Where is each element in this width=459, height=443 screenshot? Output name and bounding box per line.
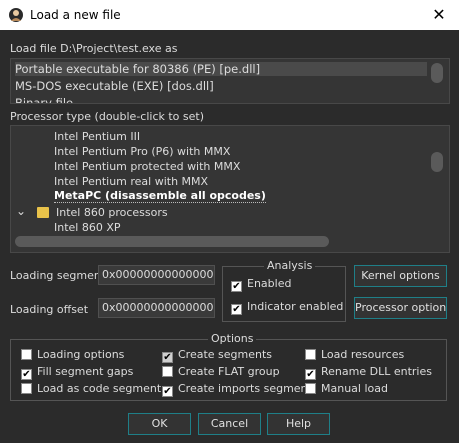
checkbox-label: Enabled	[247, 277, 292, 290]
processor-item[interactable]: Intel Pentium real with MMX	[54, 175, 208, 188]
app-icon	[9, 8, 23, 22]
loading-offset-label: Loading offset	[10, 303, 89, 316]
processor-tree[interactable]: Intel Pentium III Intel Pentium Pro (P6)…	[10, 125, 450, 253]
checkbox-icon: ✔	[231, 304, 242, 315]
checkbox-label: Load as code segment	[37, 382, 162, 395]
checkbox-label: Indicator enabled	[247, 300, 344, 313]
checkbox-icon: ✔	[305, 369, 316, 380]
loading-options-checkbox[interactable]: Loading options	[21, 348, 124, 361]
rename-dll-entries-checkbox[interactable]: ✔ Rename DLL entries	[305, 365, 432, 380]
file-type-item[interactable]: Portable executable for 80386 (PE) [pe.d…	[15, 62, 427, 76]
ok-button[interactable]: OK	[128, 413, 191, 435]
checkbox-label: Create segments	[178, 348, 273, 361]
options-title: Options	[208, 332, 257, 345]
checkbox-icon	[305, 383, 316, 394]
processor-hscrollbar[interactable]	[15, 236, 329, 247]
checkbox-icon	[21, 383, 32, 394]
create-segments-checkbox[interactable]: ✔ Create segments	[162, 348, 272, 363]
cancel-button[interactable]: Cancel	[198, 413, 261, 435]
kernel-options-button[interactable]: Kernel options	[354, 265, 447, 287]
checkbox-icon: ✔	[162, 352, 173, 363]
processor-item[interactable]: Intel 860 XP	[54, 221, 121, 234]
create-flat-group-checkbox[interactable]: Create FLAT group	[162, 365, 280, 378]
processor-vscrollbar[interactable]	[431, 152, 443, 172]
processor-item-selected[interactable]: MetaPC (disassemble all opcodes)	[54, 189, 266, 203]
checkbox-icon: ✔	[231, 281, 242, 292]
checkbox-label: Create FLAT group	[178, 365, 280, 378]
loading-offset-field[interactable]: 0x0000000000000000	[98, 298, 215, 318]
chevron-down-icon[interactable]: ⌄	[16, 204, 26, 218]
file-type-scrollbar[interactable]	[431, 63, 443, 83]
folder-icon	[37, 207, 49, 218]
title-bar: Load a new file ✕	[0, 0, 459, 30]
load-as-code-segment-checkbox[interactable]: Load as code segment	[21, 382, 161, 395]
processor-item[interactable]: Intel Pentium Pro (P6) with MMX	[54, 145, 230, 158]
processor-label: Processor type (double-click to set)	[10, 110, 205, 123]
checkbox-label: Rename DLL entries	[321, 365, 432, 378]
fill-segment-gaps-checkbox[interactable]: ✔ Fill segment gaps	[21, 365, 133, 380]
indicator-enabled-checkbox[interactable]: ✔ Indicator enabled	[231, 300, 343, 315]
loading-segment-label: Loading segment	[10, 269, 106, 282]
manual-load-checkbox[interactable]: Manual load	[305, 382, 388, 395]
processor-item[interactable]: Intel Pentium protected with MMX	[54, 160, 240, 173]
checkbox-label: Manual load	[321, 382, 388, 395]
checkbox-icon	[162, 366, 173, 377]
checkbox-icon: ✔	[162, 386, 173, 397]
file-type-item[interactable]: MS-DOS executable (EXE) [dos.dll]	[15, 79, 214, 93]
loading-segment-field[interactable]: 0x0000000000000000	[98, 265, 215, 285]
checkbox-icon	[21, 349, 32, 360]
checkbox-label: Loading options	[37, 348, 125, 361]
load-resources-checkbox[interactable]: Load resources	[305, 348, 404, 361]
load-file-label: Load file D:\Project\test.exe as	[10, 42, 178, 55]
processor-item[interactable]: Intel Pentium III	[54, 130, 140, 143]
file-type-item[interactable]: Binary file	[15, 96, 73, 103]
window-title: Load a new file	[30, 8, 121, 22]
checkbox-icon	[305, 349, 316, 360]
analysis-title: Analysis	[264, 259, 316, 272]
close-button[interactable]: ✕	[419, 0, 459, 30]
processor-group[interactable]: Intel 860 processors	[56, 206, 168, 219]
checkbox-label: Fill segment gaps	[37, 365, 134, 378]
checkbox-label: Load resources	[321, 348, 405, 361]
analysis-enabled-checkbox[interactable]: ✔ Enabled	[231, 277, 291, 292]
checkbox-label: Create imports segment	[178, 382, 312, 395]
create-imports-segment-checkbox[interactable]: ✔ Create imports segment	[162, 382, 312, 397]
checkbox-icon: ✔	[21, 369, 32, 380]
file-type-list[interactable]: Portable executable for 80386 (PE) [pe.d…	[10, 58, 450, 104]
help-button[interactable]: Help	[267, 413, 330, 435]
processor-options-button[interactable]: Processor options	[354, 297, 447, 319]
